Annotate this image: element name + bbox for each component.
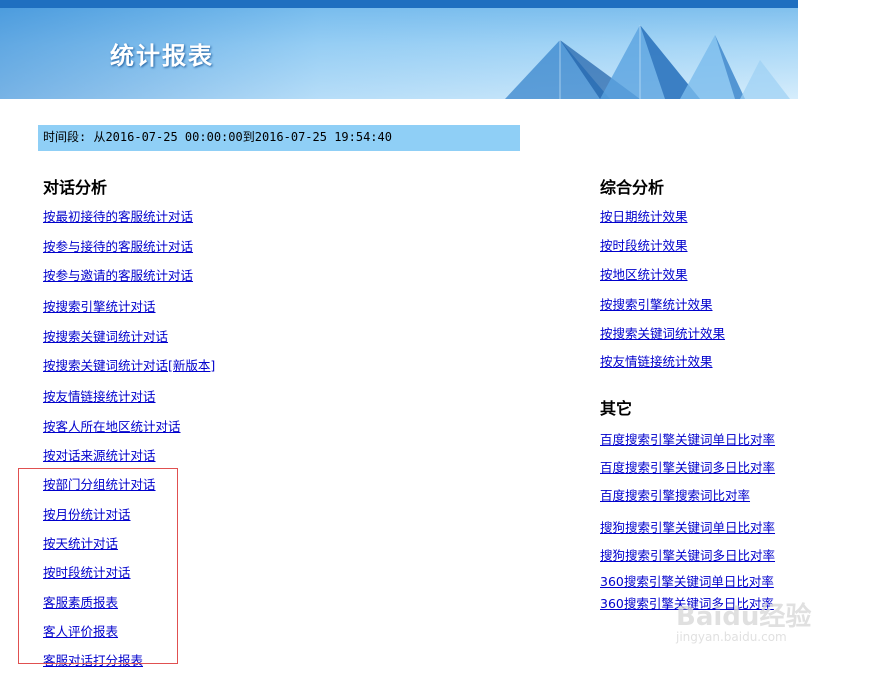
- report-link[interactable]: 按参与邀请的客服统计对话: [43, 265, 193, 284]
- watermark-text: Baidu经验: [676, 602, 812, 632]
- report-link[interactable]: 按友情链接统计对话: [43, 386, 156, 405]
- report-link[interactable]: 百度搜索引擎关键词多日比对率: [600, 457, 775, 476]
- report-link[interactable]: 按日期统计效果: [600, 206, 688, 225]
- watermark-url: jingyan.baidu.com: [676, 630, 787, 644]
- report-link[interactable]: 搜狗搜索引擎关键词单日比对率: [600, 517, 775, 536]
- highlight-box: [18, 468, 178, 664]
- report-link[interactable]: 按友情链接统计效果: [600, 351, 713, 370]
- report-link[interactable]: 百度搜索引擎搜索词比对率: [600, 485, 750, 504]
- report-link[interactable]: 按搜索引擎统计对话: [43, 296, 156, 315]
- report-link[interactable]: 按搜索关键词统计效果: [600, 323, 725, 342]
- report-link[interactable]: 按搜索关键词统计对话[新版本]: [43, 355, 215, 374]
- report-link[interactable]: 百度搜索引擎关键词单日比对率: [600, 429, 775, 448]
- report-link[interactable]: 按参与接待的客服统计对话: [43, 236, 193, 255]
- report-link[interactable]: 按客人所在地区统计对话: [43, 416, 181, 435]
- report-link[interactable]: 按对话来源统计对话: [43, 445, 156, 464]
- report-link[interactable]: 搜狗搜索引擎关键词多日比对率: [600, 545, 775, 564]
- page-title: 统计报表: [110, 42, 214, 70]
- report-link[interactable]: 按搜索关键词统计对话: [43, 326, 168, 345]
- report-link[interactable]: 按时段统计效果: [600, 235, 688, 254]
- section-heading: 综合分析: [600, 178, 665, 197]
- report-link[interactable]: 按搜索引擎统计效果: [600, 294, 713, 313]
- section-heading: 其它: [600, 399, 633, 418]
- report-link[interactable]: 按最初接待的客服统计对话: [43, 206, 193, 225]
- time-range-bar: 时间段: 从2016-07-25 00:00:00到2016-07-25 19:…: [38, 125, 520, 151]
- section-heading: 对话分析: [43, 178, 108, 197]
- report-link[interactable]: 360搜索引擎关键词单日比对率: [600, 571, 774, 590]
- header-banner: 统计报表: [0, 0, 798, 99]
- watermark-logo: Baidu经验 jingyan.baidu.com: [676, 596, 812, 644]
- report-link[interactable]: 按地区统计效果: [600, 264, 688, 283]
